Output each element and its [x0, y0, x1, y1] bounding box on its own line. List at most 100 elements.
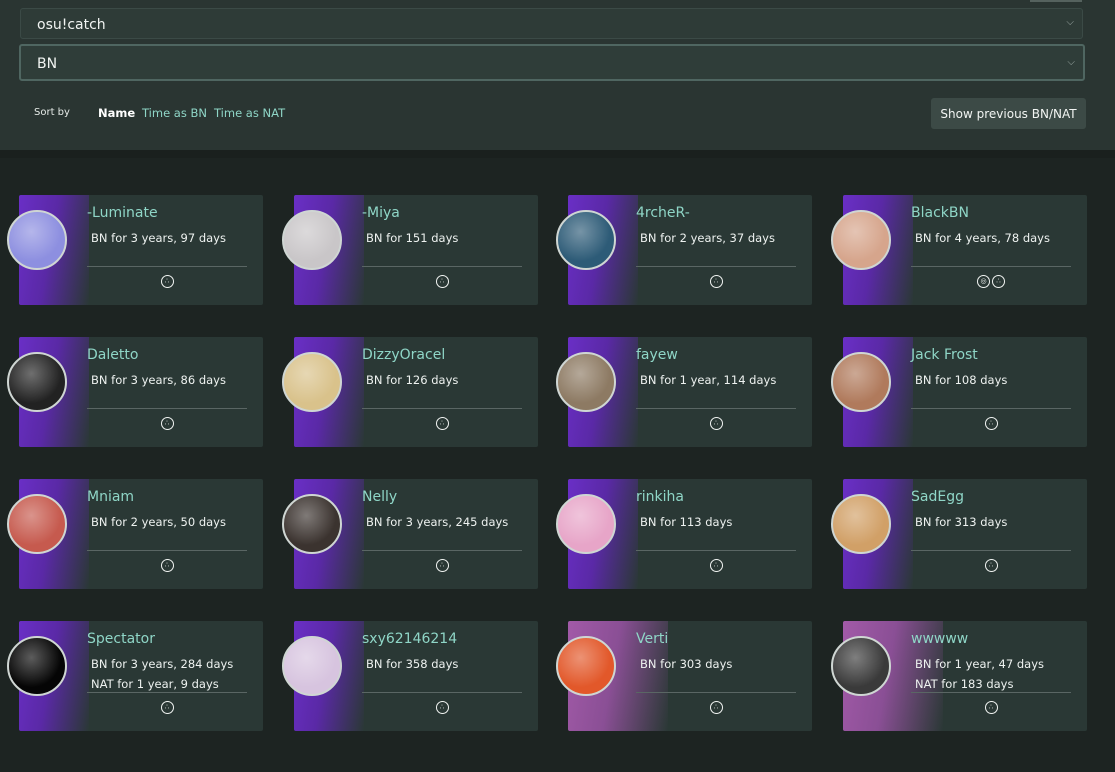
card-divider — [362, 266, 522, 267]
user-name-link[interactable]: 4rcheR- — [636, 205, 690, 221]
catch-mode-icon: ∴ — [984, 701, 998, 714]
mode-icons: ∴ — [636, 417, 796, 435]
avatar[interactable] — [831, 210, 891, 270]
user-name-link[interactable]: -Luminate — [87, 205, 158, 221]
user-name-link[interactable]: sxy62146214 — [362, 631, 457, 647]
bn-duration-text: BN for 151 days — [366, 231, 459, 245]
bn-duration-text: BN for 3 years, 245 days — [366, 515, 509, 529]
bn-duration-text: BN for 3 years, 86 days — [91, 373, 226, 387]
avatar[interactable] — [556, 494, 616, 554]
user-name-link[interactable]: Jack Frost — [911, 347, 978, 363]
user-name-link[interactable]: rinkiha — [636, 489, 684, 505]
user-name-link[interactable]: Nelly — [362, 489, 397, 505]
avatar[interactable] — [556, 210, 616, 270]
user-name-link[interactable]: Mniam — [87, 489, 134, 505]
card-divider — [636, 266, 796, 267]
catch-mode-icon: ∴ — [435, 417, 449, 430]
bn-duration-text: BN for 126 days — [366, 373, 459, 387]
avatar[interactable] — [831, 352, 891, 412]
avatar[interactable] — [7, 210, 67, 270]
bn-duration-text: BN for 3 years, 284 days — [91, 657, 234, 671]
avatar[interactable] — [7, 352, 67, 412]
bn-duration-text: BN for 108 days — [915, 373, 1008, 387]
card-divider — [911, 550, 1071, 551]
group-select[interactable]: BN ⌵ — [19, 44, 1085, 81]
avatar[interactable] — [7, 494, 67, 554]
bn-duration-text: BN for 358 days — [366, 657, 459, 671]
bn-duration-text: BN for 1 year, 114 days — [640, 373, 777, 387]
user-name-link[interactable]: Spectator — [87, 631, 155, 647]
user-name-link[interactable]: Verti — [636, 631, 668, 647]
top-edge-control — [1030, 0, 1082, 2]
chevron-down-icon: ⌵ — [1067, 57, 1075, 68]
mode-icons: ∴ — [362, 559, 522, 577]
sort-by-label: Sort by — [34, 107, 70, 118]
user-name-link[interactable]: BlackBN — [911, 205, 969, 221]
user-name-link[interactable]: DizzyOracel — [362, 347, 445, 363]
catch-mode-icon: ∴ — [160, 701, 174, 714]
chevron-down-icon: ⌵ — [1066, 17, 1074, 28]
bn-duration-text: BN for 2 years, 37 days — [640, 231, 775, 245]
card-divider — [87, 266, 247, 267]
catch-mode-icon: ∴ — [709, 559, 723, 572]
bn-duration-text: BN for 113 days — [640, 515, 733, 529]
user-name-link[interactable]: fayew — [636, 347, 678, 363]
catch-mode-icon: ∴ — [984, 559, 998, 572]
bn-duration-text: BN for 4 years, 78 days — [915, 231, 1050, 245]
sort-option-time-as-bn[interactable]: Time as BN — [142, 106, 207, 120]
bn-duration-text: BN for 1 year, 47 days — [915, 657, 1044, 671]
card-divider — [911, 408, 1071, 409]
bn-duration-text: BN for 303 days — [640, 657, 733, 671]
catch-mode-icon: ∴ — [435, 701, 449, 714]
card-divider — [636, 692, 796, 693]
card-divider — [911, 692, 1071, 693]
user-name-link[interactable]: Daletto — [87, 347, 138, 363]
catch-mode-icon: ∴ — [709, 275, 723, 288]
avatar[interactable] — [556, 636, 616, 696]
avatar[interactable] — [282, 352, 342, 412]
nat-duration-text: NAT for 1 year, 9 days — [91, 677, 219, 691]
mode-icons: ◎ ∴ — [911, 275, 1071, 293]
card-divider — [362, 408, 522, 409]
card-divider — [636, 408, 796, 409]
mode-icons: ∴ — [362, 417, 522, 435]
mode-icons: ∴ — [911, 559, 1071, 577]
card-divider — [636, 550, 796, 551]
catch-mode-icon: ∴ — [992, 275, 1005, 288]
catch-mode-icon: ∴ — [435, 275, 449, 288]
mode-icons: ∴ — [362, 701, 522, 719]
user-name-link[interactable]: wwwww — [911, 631, 968, 647]
avatar[interactable] — [556, 352, 616, 412]
avatar[interactable] — [282, 494, 342, 554]
avatar[interactable] — [282, 636, 342, 696]
mode-icons: ∴ — [636, 559, 796, 577]
catch-mode-icon: ∴ — [709, 701, 723, 714]
card-divider — [87, 408, 247, 409]
mode-icons: ∴ — [636, 701, 796, 719]
avatar[interactable] — [7, 636, 67, 696]
catch-mode-icon: ∴ — [709, 417, 723, 430]
panel-divider — [0, 150, 1115, 158]
nat-duration-text: NAT for 183 days — [915, 677, 1014, 691]
mode-icons: ∴ — [911, 701, 1071, 719]
mode-icons: ∴ — [636, 275, 796, 293]
user-name-link[interactable]: -Miya — [362, 205, 400, 221]
mode-icons: ∴ — [87, 559, 247, 577]
sort-option-name[interactable]: Name — [98, 106, 135, 120]
card-divider — [87, 692, 247, 693]
card-divider — [362, 550, 522, 551]
avatar[interactable] — [282, 210, 342, 270]
mode-select[interactable]: osu!catch ⌵ — [20, 8, 1083, 39]
mode-icons: ∴ — [911, 417, 1071, 435]
catch-mode-icon: ∴ — [160, 559, 174, 572]
show-previous-button[interactable]: Show previous BN/NAT — [931, 98, 1086, 129]
user-name-link[interactable]: SadEgg — [911, 489, 964, 505]
catch-mode-icon: ∴ — [984, 417, 998, 430]
mode-icons: ∴ — [362, 275, 522, 293]
sort-option-time-as-nat[interactable]: Time as NAT — [214, 106, 285, 120]
group-select-value: BN — [37, 56, 58, 72]
card-divider — [911, 266, 1071, 267]
avatar[interactable] — [831, 494, 891, 554]
avatar[interactable] — [831, 636, 891, 696]
catch-mode-icon: ∴ — [160, 275, 174, 288]
